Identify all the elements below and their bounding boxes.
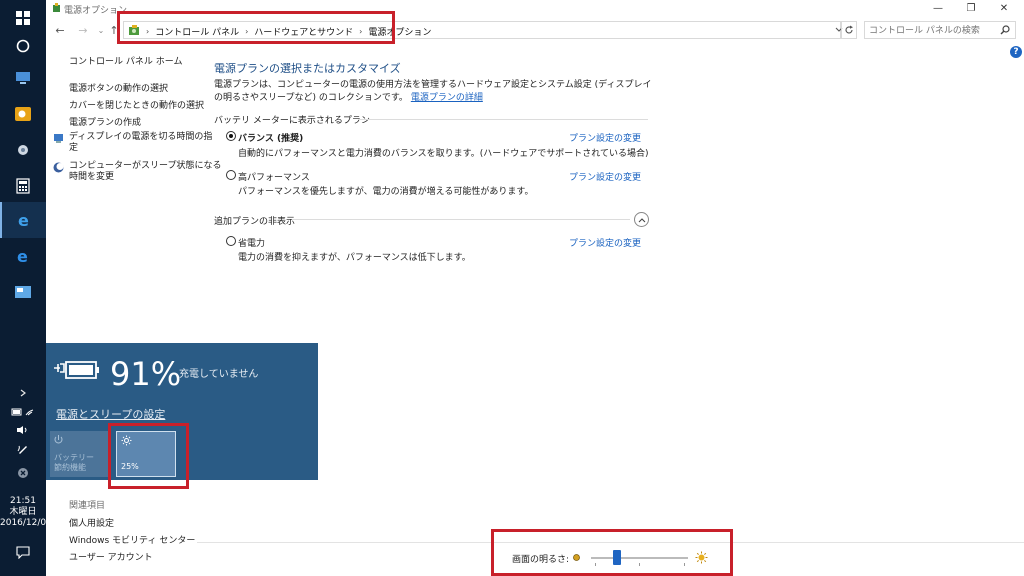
highlight-brightness [491, 529, 733, 576]
battery-saver-line2: 節約機能 [54, 463, 86, 472]
forward-button[interactable]: → [75, 22, 91, 38]
satellite-gear-icon [18, 145, 28, 155]
extra-plans-heading: 追加プランの非表示 [214, 217, 296, 227]
moon-sleep-icon [53, 162, 64, 173]
back-button[interactable]: ← [52, 22, 68, 38]
pen-ink-icon [17, 445, 27, 454]
plan-high-performance-desc: パフォーマンスを優先しますが、電力の消費が増える可能性があります。 [238, 187, 534, 197]
svg-text:e: e [17, 247, 28, 265]
internet-explorer-icon: e [18, 211, 29, 229]
power-sleep-settings-link[interactable]: 電源とスリープの設定 [56, 406, 165, 422]
chevron-up-icon [638, 217, 645, 222]
plan-power-saver-name[interactable]: 省電力 [238, 236, 265, 249]
tray-volume[interactable] [0, 423, 46, 437]
taskbar-app-explorer[interactable] [0, 60, 46, 96]
link-power-button-action[interactable]: 電源ボタンの動作の選択 [69, 81, 168, 94]
svg-text:e: e [18, 211, 29, 229]
speaker-icon [17, 426, 27, 434]
power-options-app-icon [52, 3, 61, 16]
refresh-button[interactable] [841, 21, 857, 39]
battery-saver-tile[interactable]: バッテリー 節約機能 [50, 431, 110, 477]
link-create-power-plan[interactable]: 電源プランの作成 [69, 115, 141, 128]
action-center-button[interactable] [0, 544, 46, 560]
calculator-icon [16, 178, 30, 194]
plan-power-saver-change-link[interactable]: プラン設定の変更 [569, 236, 641, 249]
highlight-breadcrumb [117, 11, 395, 44]
battery-plug-icon [54, 359, 100, 384]
control-panel-home-link[interactable]: コントロール パネル ホーム [69, 54, 182, 67]
power-plan-details-link[interactable]: 電源プランの詳細 [411, 93, 483, 103]
cortana-circle-icon [16, 39, 30, 53]
windows-logo-icon [16, 11, 30, 25]
plan-balanced-change-link[interactable]: プラン設定の変更 [569, 131, 641, 144]
battery-saver-line1: バッテリー [54, 453, 94, 462]
close-button[interactable]: ✕ [988, 0, 1020, 16]
tray-pen[interactable] [0, 442, 46, 456]
display-shield-icon [53, 133, 64, 144]
plan-high-performance-radio[interactable] [226, 170, 236, 180]
battery-tray-icon [11, 408, 34, 416]
section-divider [292, 219, 630, 220]
link-user-accounts[interactable]: ユーザー アカウント [69, 550, 153, 563]
link-lid-close-action[interactable]: カバーを閉じたときの動作の選択 [69, 98, 204, 111]
maximize-button[interactable]: ❐ [955, 0, 987, 16]
related-heading: 関連項目 [69, 501, 106, 511]
monitor-user-icon [16, 72, 30, 84]
outlook-icon [15, 107, 31, 121]
desktop: e e 21:51 木曜日 2016/12/08 電源オプション — ❐ ✕ ←… [0, 0, 1024, 576]
taskbar-app-edge[interactable]: e [0, 238, 46, 274]
search-box[interactable] [864, 21, 1016, 39]
link-sleep-line1: コンピューターがスリープ状態になる [69, 161, 222, 171]
battery-percent: 91% [110, 355, 182, 393]
link-personalization[interactable]: 個人用設定 [69, 516, 114, 529]
link-sleep-time[interactable]: コンピューターがスリープ状態になる 時間を変更 [69, 161, 221, 183]
chevron-up-icon [20, 389, 26, 397]
plan-power-saver-desc: 電力の消費を抑えますが、パフォーマンスは低下します。 [238, 253, 471, 263]
clock-date: 2016/12/08 [0, 518, 52, 528]
refresh-icon [845, 25, 853, 34]
close-circle-icon [18, 468, 28, 478]
taskbar-clock[interactable]: 21:51 木曜日 2016/12/08 [0, 496, 52, 529]
tray-expand-button[interactable] [0, 386, 46, 400]
edge-icon: e [17, 247, 28, 265]
highlight-brightness-tile [108, 423, 189, 489]
taskbar-app-settings[interactable] [0, 132, 46, 168]
clock-weekday: 木曜日 [9, 507, 37, 517]
search-icon[interactable] [1000, 25, 1010, 38]
search-input[interactable] [869, 24, 997, 37]
plan-balanced-desc: 自動的にパフォーマンスと電力消費のバランスを取ります。(ハードウェアでサポートさ… [238, 149, 649, 159]
cortana-button[interactable] [0, 28, 46, 64]
link-display-off-line1: ディスプレイの電源を切る時間の指 [69, 132, 213, 142]
plan-high-performance-change-link[interactable]: プラン設定の変更 [569, 170, 641, 183]
clock-time: 21:51 [10, 496, 36, 506]
battery-status: 充電していません [179, 369, 259, 380]
link-display-off-time[interactable]: ディスプレイの電源を切る時間の指 定 [69, 132, 212, 154]
minimize-button[interactable]: — [922, 0, 954, 16]
help-button[interactable]: ? [1010, 46, 1022, 58]
link-display-off-line2: 定 [69, 143, 79, 153]
tray-notification-x[interactable] [0, 466, 46, 480]
action-center-icon [16, 545, 30, 559]
collapse-extra-plans-button[interactable] [634, 212, 649, 227]
page-description: 電源プランは、コンピューターの電源の使用方法を管理するハードウェア設定とシステム… [214, 79, 654, 105]
control-panel-icon [15, 286, 31, 298]
battery-meter-heading: バッテリ メーターに表示されるプラン [214, 116, 370, 126]
plan-power-saver-radio[interactable] [226, 236, 236, 246]
plan-high-performance-name[interactable]: 高パフォーマンス [238, 170, 310, 183]
link-sleep-line2: 時間を変更 [69, 172, 115, 182]
taskbar-app-calculator[interactable] [0, 168, 46, 204]
battery-saver-icon [54, 434, 63, 448]
plan-balanced-radio[interactable] [226, 131, 236, 141]
page-title: 電源プランの選択またはカスタマイズ [214, 62, 401, 75]
section-divider [358, 119, 648, 120]
taskbar-app-ie[interactable]: e [0, 202, 46, 238]
link-mobility-center[interactable]: Windows モビリティ センター [69, 533, 195, 546]
tray-battery-network[interactable] [0, 405, 46, 419]
taskbar-app-control-panel[interactable] [0, 274, 46, 310]
plan-balanced-name[interactable]: バランス (推奨) [238, 131, 303, 144]
taskbar-app-outlook[interactable] [0, 96, 46, 132]
taskbar: e e 21:51 木曜日 2016/12/08 [0, 0, 52, 576]
